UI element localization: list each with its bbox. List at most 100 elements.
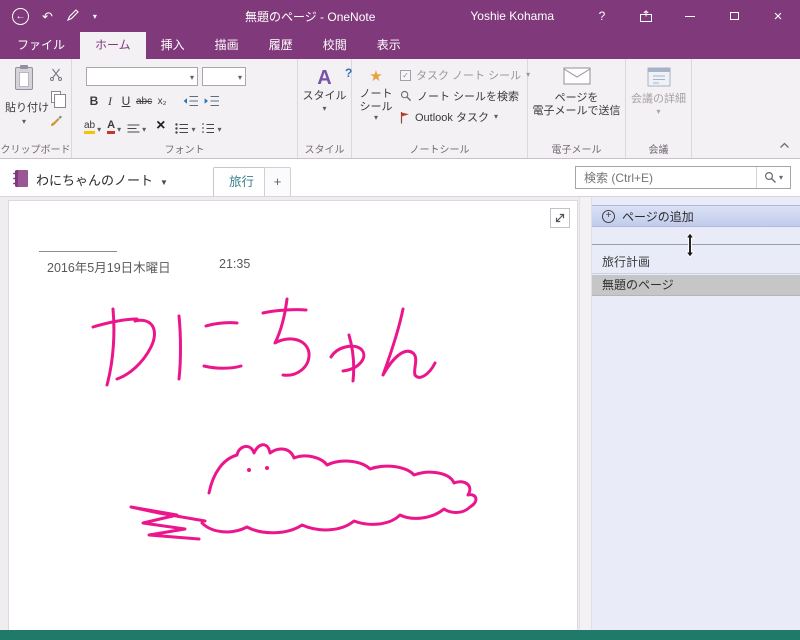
search-scope-button[interactable]: ▾ [756,167,790,188]
task-checkbox-icon: ✓ [400,69,411,81]
meeting-group: 会議の詳細 ▾ 会議 [626,59,692,158]
account-name[interactable]: Yoshie Kohama [470,9,554,23]
font-name-combo[interactable]: ▾ [86,67,198,86]
paste-label: 貼り付け [5,102,49,114]
clear-formatting-button[interactable]: × [152,118,169,134]
page-list-item-untitled[interactable]: 無題のページ [592,275,800,296]
back-icon[interactable]: ← [12,7,29,25]
font-group-label: フォント [164,145,205,156]
bullet-dropdown-icon: ▾ [191,125,196,134]
find-tags-magnifier-icon [400,90,412,102]
outlook-dropdown-icon: ▾ [493,112,498,121]
font-size-combo[interactable]: ▾ [202,67,246,86]
scissors-icon [50,68,62,81]
tab-draw[interactable]: 描画 [200,32,254,59]
strikethrough-button[interactable]: abc [134,92,154,110]
cut-button[interactable] [46,65,66,83]
maximize-icon[interactable] [712,0,756,32]
clipboard-group-label: クリップボード [0,145,71,156]
page-scrollbar[interactable] [579,197,592,630]
paste-dropdown-icon: ▾ [21,117,26,126]
font-color-button[interactable]: A ▾ [107,120,121,134]
tab-review[interactable]: 校閲 [308,32,362,59]
find-tags-button[interactable]: ノート シールを検索 [400,87,530,105]
increase-indent-icon [204,96,220,106]
titlebar-right: Yoshie Kohama ? × [470,0,800,32]
underline-button[interactable]: U [118,92,134,110]
paste-button[interactable]: 貼り付け ▾ [5,65,49,126]
clipboard-group: 貼り付け ▾ クリップボード [0,59,72,158]
find-tags-label: ノート シールを検索 [417,91,520,103]
status-bar [0,630,800,640]
tag-commands: ✓ タスク ノート シール ▾ ノート シールを検索 Outlook タスク ▾ [400,66,530,129]
numbered-list-icon [202,123,215,133]
meeting-group-label: 会議 [648,145,669,156]
add-section-tab[interactable]: + [264,167,291,196]
content-area: 2016年5月19日木曜日 21:35 + ページの追加 旅行計画 無題のページ [0,197,800,630]
alignment-dropdown-icon: ▾ [142,125,147,134]
meeting-details-button[interactable]: 会議の詳細 ▾ [626,66,691,116]
font-color-dropdown-icon: ▾ [117,125,122,134]
undo-icon[interactable]: ↶ [42,10,53,23]
format-painter-icon [50,115,62,126]
search-input[interactable] [576,170,756,185]
task-note-tag-label: タスク ノート シール [416,70,522,82]
outlook-flag-icon [400,111,409,123]
ink-drawing [91,297,478,541]
highlight-button[interactable]: ab ▾ [84,120,101,134]
meeting-calendar-icon [647,67,670,87]
font-name-dropdown-icon: ▾ [189,73,194,82]
italic-button[interactable]: I [102,92,118,110]
numbered-list-button[interactable]: ▾ [201,123,222,134]
tab-insert[interactable]: 挿入 [146,32,200,59]
styles-icon: A [317,67,332,89]
ribbon-display-options-icon[interactable] [624,0,668,32]
qat-customize-dropdown-icon[interactable]: ▾ [93,12,97,21]
decrease-indent-button[interactable] [180,92,201,110]
task-note-tag-button[interactable]: ✓ タスク ノート シール ▾ [400,66,530,84]
font-color-icon: A [107,120,116,134]
close-icon[interactable]: × [756,0,800,32]
note-tag-button[interactable]: ★? ノート シール ▾ [345,66,398,122]
ribbon-tab-row: ファイル ホーム 挿入 描画 履歴 校閲 表示 [0,32,800,59]
window-title: 無題のページ - OneNote [244,9,376,24]
collapse-ribbon-icon[interactable] [777,140,791,150]
add-page-button[interactable]: + ページの追加 [592,205,800,227]
format-painter-button[interactable] [46,111,66,129]
numbered-dropdown-icon: ▾ [217,125,222,134]
touch-pen-mode-icon[interactable] [66,8,80,24]
outlook-tasks-label: Outlook タスク [415,112,489,124]
font-row-2: B I U abc x₂ [86,92,222,110]
notebook-dropdown[interactable]: わにちゃんのノート ▼ [36,170,168,189]
page-canvas[interactable]: 2016年5月19日木曜日 21:35 [8,200,578,630]
tab-file[interactable]: ファイル [2,32,80,59]
copy-button[interactable] [46,88,66,108]
email-page-button[interactable]: ページを 電子メールで送信 [528,67,625,118]
bullet-list-button[interactable]: ▾ [175,123,195,134]
help-icon[interactable]: ? [580,0,624,32]
notebook-bar: わにちゃんのノート ▼ 旅行 + ▾ [0,159,800,197]
page-list-sidebar: + ページの追加 旅行計画 無題のページ [592,197,800,630]
tab-home[interactable]: ホーム [80,32,146,59]
page-list-item-travel-plan[interactable]: 旅行計画 [592,252,800,274]
tab-history[interactable]: 履歴 [254,32,308,59]
alignment-icon [127,124,140,133]
section-tab-travel[interactable]: 旅行 [213,167,271,196]
increase-indent-button[interactable] [201,92,222,110]
styles-group-label: スタイル [304,145,345,156]
bold-button[interactable]: B [86,92,102,110]
quick-access-toolbar: ← ↶ ▾ [0,7,150,25]
styles-group: A スタイル ▾ スタイル [298,59,352,158]
paragraph-alignment-button[interactable]: ▾ [127,124,146,134]
minimize-icon[interactable] [668,0,712,32]
outlook-tasks-button[interactable]: Outlook タスク ▾ [400,108,530,126]
highlight-dropdown-icon: ▾ [97,125,102,134]
envelope-icon [563,67,590,85]
titlebar: ← ↶ ▾ 無題のページ - OneNote Yoshie Kohama ? × [0,0,800,32]
meeting-details-label: 会議の詳細 [631,93,686,105]
styles-button[interactable]: A スタイル ▾ [298,66,351,113]
subscript-button[interactable]: x₂ [154,92,170,110]
page-list-divider [592,244,800,245]
tag-question-icon: ? [345,66,353,80]
tab-view[interactable]: 表示 [362,32,416,59]
